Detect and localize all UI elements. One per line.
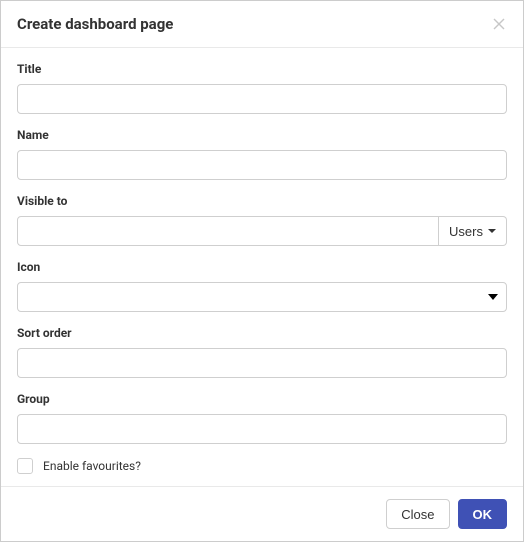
users-dropdown-label: Users — [449, 224, 483, 239]
visible-to-input-group: Users — [17, 216, 507, 246]
name-label: Name — [17, 128, 507, 142]
title-input[interactable] — [17, 84, 507, 114]
icon-select[interactable] — [17, 282, 507, 312]
visible-to-label: Visible to — [17, 194, 507, 208]
enable-favourites-label: Enable favourites? — [43, 459, 141, 473]
modal-header: Create dashboard page — [1, 1, 523, 48]
icon-group: Icon — [17, 260, 507, 312]
sort-order-label: Sort order — [17, 326, 507, 340]
create-dashboard-modal: Create dashboard page Title Name Visible… — [0, 0, 524, 542]
sort-order-input[interactable] — [17, 348, 507, 378]
modal-footer: Close OK — [1, 486, 523, 541]
ok-button[interactable]: OK — [458, 499, 508, 529]
enable-favourites-checkbox[interactable] — [17, 458, 33, 474]
visible-to-input[interactable] — [17, 216, 439, 246]
modal-title: Create dashboard page — [17, 15, 173, 33]
caret-down-icon — [488, 229, 496, 233]
icon-label: Icon — [17, 260, 507, 274]
title-label: Title — [17, 62, 507, 76]
group-group: Group — [17, 392, 507, 444]
sort-order-group: Sort order — [17, 326, 507, 378]
close-icon[interactable] — [491, 16, 507, 32]
group-input[interactable] — [17, 414, 507, 444]
name-group: Name — [17, 128, 507, 180]
modal-body: Title Name Visible to Users Icon — [1, 48, 523, 486]
name-input[interactable] — [17, 150, 507, 180]
enable-favourites-row: Enable favourites? — [17, 458, 507, 474]
title-group: Title — [17, 62, 507, 114]
users-dropdown-button[interactable]: Users — [439, 216, 507, 246]
close-button[interactable]: Close — [386, 499, 449, 529]
group-label: Group — [17, 392, 507, 406]
chevron-down-icon — [488, 294, 498, 300]
visible-to-group: Visible to Users — [17, 194, 507, 246]
